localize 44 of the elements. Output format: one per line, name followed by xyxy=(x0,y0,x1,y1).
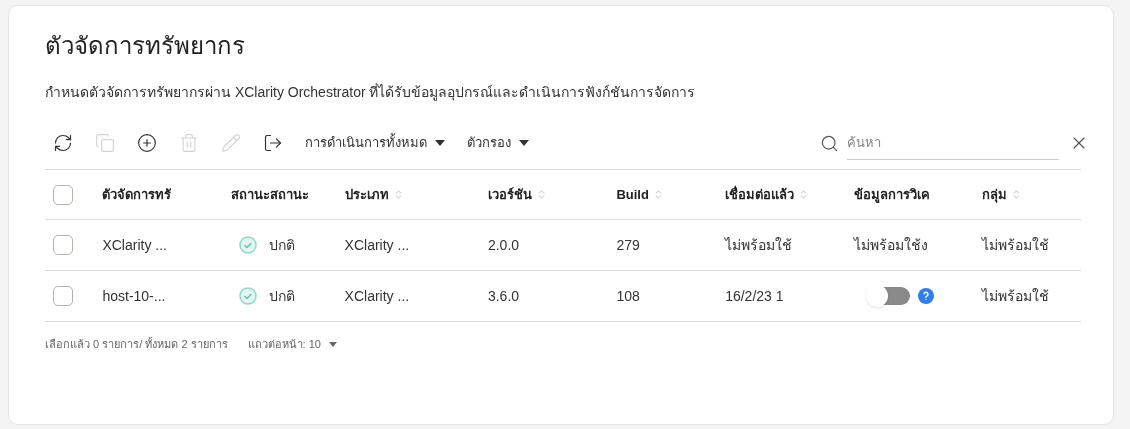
table-cell-text: 108 xyxy=(616,286,640,306)
table-cell-text: 16/2/23 1 xyxy=(725,286,784,306)
table-cell-text: 2.0.0 xyxy=(487,235,520,255)
caret-icon xyxy=(519,140,529,146)
table-cell-text: host-10-... xyxy=(102,286,166,306)
rows-per-page-dropdown[interactable]: แถวต่อหน้า: 10 xyxy=(247,336,337,353)
caret-icon xyxy=(328,341,337,347)
description: กำหนดตัวจัดการทรัพยากรผ่าน XClarity Orchestrator ที่ได้รับข้อมูลอุปกรณ์และดำเนินการฟังก์ชันการจัดการ xyxy=(45,82,696,103)
add-icon[interactable] xyxy=(137,133,157,153)
checkbox[interactable] xyxy=(53,184,73,205)
selection-summary: เลือกแล้ว 0 รายการ/ ทั้งหมด 2 รายการ xyxy=(45,336,228,352)
table-cell-text: XClarity ... xyxy=(344,286,410,306)
column-header[interactable]: เชื่อมต่อแล้ว xyxy=(725,184,795,205)
dropdown-menu[interactable]: การดำเนินการทั้งหมด xyxy=(305,133,445,153)
table-cell-text: XClarity ... xyxy=(102,235,167,255)
column-header[interactable]: เวอร์ชัน xyxy=(487,184,532,205)
table-cell-text: ไม่พร้อมใช้ง xyxy=(853,235,928,255)
table-cell-text: ไม่พร้อมใช้ xyxy=(725,235,793,255)
dropdown-menu[interactable]: ตัวกรอง xyxy=(467,133,529,153)
export-icon[interactable] xyxy=(263,133,283,153)
column-header[interactable]: ประเภท xyxy=(344,184,389,205)
help-icon[interactable] xyxy=(917,288,934,304)
checkbox[interactable] xyxy=(53,235,73,255)
column-header[interactable]: Build xyxy=(616,184,649,205)
search-icon xyxy=(820,133,839,153)
check-circle-icon xyxy=(238,287,257,305)
column-header[interactable]: กลุ่ม xyxy=(982,184,1008,205)
status-text: ปกติ xyxy=(268,286,295,306)
table-cell-text: ไม่พร้อมใช้ xyxy=(982,286,1050,306)
table-cell-text: 3.6.0 xyxy=(487,286,520,306)
search-field[interactable]: ค้นหา xyxy=(847,126,1059,160)
table-cell-text: 279 xyxy=(616,235,640,255)
caret-icon xyxy=(435,140,445,146)
check-circle-icon xyxy=(238,236,257,254)
column-header[interactable]: ตัวจัดการทรั xyxy=(102,184,172,205)
page-title: ตัวจัดการทรัพยากร xyxy=(45,31,245,61)
column-header[interactable]: สถานะสถานะ xyxy=(230,184,309,205)
toggle-switch[interactable] xyxy=(869,287,910,305)
checkbox[interactable] xyxy=(53,286,73,306)
column-header[interactable]: ข้อมูลการวิเค xyxy=(853,184,930,205)
table-cell-text: XClarity ... xyxy=(344,235,410,255)
table-cell-text: ไม่พร้อมใช้ xyxy=(982,235,1050,255)
refresh-icon[interactable] xyxy=(53,133,73,153)
status-text: ปกติ xyxy=(268,235,295,255)
